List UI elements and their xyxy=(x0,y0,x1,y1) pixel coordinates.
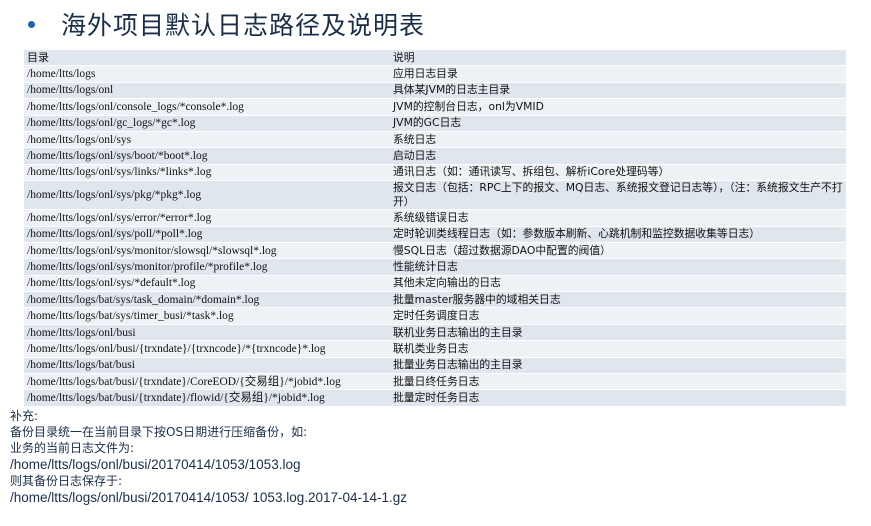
directory-cell: /home/ltts/logs/onl/busi/{trxndate}/{trx… xyxy=(24,340,390,358)
directory-cell: /home/ltts/logs/onl/busi xyxy=(24,324,390,342)
table-row: /home/ltts/logs 应用日志目录 xyxy=(24,65,846,83)
directory-cell: /home/ltts/logs/onl/gc_logs/*gc*.log xyxy=(24,115,390,132)
description-cell: 批量日终任务日志 xyxy=(390,373,846,391)
table-row: /home/ltts/logs/onl/busi/{trxndate}/{trx… xyxy=(24,340,846,358)
description-cell: 定时轮训类线程日志（如：参数版本刷新、心跳机制和监控数据收集等日志） xyxy=(390,226,846,243)
table-header-row: 目录 说明 xyxy=(24,50,846,67)
table-row: /home/ltts/logs/onl/sys/boot/*boot*.log 启… xyxy=(24,147,846,165)
directory-cell: /home/ltts/logs/bat/busi xyxy=(24,357,390,375)
table-row: /home/ltts/logs/onl/gc_logs/*gc*.log JVM的… xyxy=(24,115,846,132)
description-cell: 系统日志 xyxy=(390,131,846,149)
table-row: /home/ltts/logs/onl/sys/monitor/slowsql/… xyxy=(24,242,846,260)
description-cell: 其他未定向输出的日志 xyxy=(390,275,846,293)
backup-log-path: /home/ltts/logs/onl/busi/20170414/1053/ … xyxy=(10,490,408,505)
page-title: 海外项目默认日志路径及说明表 xyxy=(61,12,426,40)
directory-cell: /home/ltts/logs/onl/sys/pkg/*pkg*.log xyxy=(24,180,390,211)
supplement-heading: 补充: xyxy=(10,409,39,423)
directory-cell: /home/ltts/logs/bat/sys/timer_busi/*task… xyxy=(24,307,390,325)
directory-cell: /home/ltts/logs/bat/busi/{trxndate}/flow… xyxy=(24,389,390,407)
directory-cell: /home/ltts/logs/onl xyxy=(24,82,390,100)
description-cell: 批量业务日志输出的主目录 xyxy=(390,357,846,375)
column-header-directory: 目录 xyxy=(24,50,390,67)
directory-cell: /home/ltts/logs/bat/busi/{trxndate}/Core… xyxy=(24,373,390,391)
table-row: /home/ltts/logs/onl 具体某JVM的日志主目录 xyxy=(24,82,846,100)
directory-cell: /home/ltts/logs/onl/console_logs/*consol… xyxy=(24,98,390,116)
table-row: /home/ltts/logs/bat/busi/{trxndate}/flow… xyxy=(24,389,846,407)
directory-cell: /home/ltts/logs/onl/sys/error/*error*.lo… xyxy=(24,209,390,227)
description-cell: 系统级错误日志 xyxy=(390,209,846,227)
directory-cell: /home/ltts/logs/onl/sys/boot/*boot*.log xyxy=(24,147,390,165)
table-row: /home/ltts/logs/bat/sys/timer_busi/*task… xyxy=(24,307,846,325)
directory-cell: /home/ltts/logs/onl/sys/monitor/profile/… xyxy=(24,258,390,276)
description-cell: JVM的GC日志 xyxy=(390,115,846,132)
table-row: /home/ltts/logs/bat/busi/{trxndate}/Core… xyxy=(24,373,846,391)
table-row: /home/ltts/logs/bat/sys/task_domain/*dom… xyxy=(24,291,846,309)
description-cell: 批量master服务器中的域相关日志 xyxy=(390,291,846,309)
table-row: /home/ltts/logs/onl/sys/monitor/profile/… xyxy=(24,258,846,276)
table-row: /home/ltts/logs/bat/busi 批量业务日志输出的主目录 xyxy=(24,357,846,375)
description-cell: 性能统计日志 xyxy=(390,258,846,276)
bullet-icon xyxy=(28,20,35,28)
description-cell: 应用日志目录 xyxy=(390,65,846,83)
directory-cell: /home/ltts/logs/onl/sys/poll/*poll*.log xyxy=(24,226,390,243)
table-row: /home/ltts/logs/onl/sys/*default*.log 其他未… xyxy=(24,275,846,293)
log-path-table: 目录 说明 /home/ltts/logs 应用日志目录/home/ltts/lo… xyxy=(24,50,846,407)
table-row: /home/ltts/logs/onl/sys/poll/*poll*.log 定… xyxy=(24,226,846,243)
title-row: 海外项目默认日志路径及说明表 xyxy=(28,6,425,42)
supplement-line: 业务的当前日志文件为: xyxy=(10,441,135,455)
table-row: /home/ltts/logs/onl/sys/links/*links*.lo… xyxy=(24,164,846,182)
column-header-description: 说明 xyxy=(390,50,846,67)
description-cell: 定时任务调度日志 xyxy=(390,307,846,325)
supplement-line: 备份目录统一在当前目录下按OS日期进行压缩备份，如: xyxy=(10,425,308,439)
description-cell: 报文日志（包括：RPC上下的报文、MQ日志、系统报文登记日志等），（注：系统报文… xyxy=(390,180,846,211)
description-cell: JVM的控制台日志，onl为VMID xyxy=(390,98,846,116)
directory-cell: /home/ltts/logs/bat/sys/task_domain/*dom… xyxy=(24,291,390,309)
directory-cell: /home/ltts/logs/onl/sys xyxy=(24,131,390,149)
supplement-notes: 补充: 备份目录统一在当前目录下按OS日期进行压缩备份，如: 业务的当前日志文件… xyxy=(10,408,407,506)
description-cell: 通讯日志（如：通讯读写、拆组包、解析iCore处理码等） xyxy=(390,164,846,182)
table-row: /home/ltts/logs/onl/sys/pkg/*pkg*.log 报文日… xyxy=(24,180,846,211)
table-row: /home/ltts/logs/onl/sys 系统日志 xyxy=(24,131,846,149)
directory-cell: /home/ltts/logs/onl/sys/*default*.log xyxy=(24,275,390,293)
directory-cell: /home/ltts/logs/onl/sys/monitor/slowsql/… xyxy=(24,242,390,260)
directory-cell: /home/ltts/logs xyxy=(24,65,390,83)
current-log-path: /home/ltts/logs/onl/busi/20170414/1053/1… xyxy=(10,457,301,472)
description-cell: 批量定时任务日志 xyxy=(390,389,846,407)
description-cell: 联机业务日志输出的主目录 xyxy=(390,324,846,342)
table-row: /home/ltts/logs/onl/busi 联机业务日志输出的主目录 xyxy=(24,324,846,342)
directory-cell: /home/ltts/logs/onl/sys/links/*links*.lo… xyxy=(24,164,390,182)
supplement-line: 则其备份日志保存于: xyxy=(10,474,123,488)
description-cell: 具体某JVM的日志主目录 xyxy=(390,82,846,100)
table-row: /home/ltts/logs/onl/console_logs/*consol… xyxy=(24,98,846,116)
table-row: /home/ltts/logs/onl/sys/error/*error*.lo… xyxy=(24,209,846,227)
description-cell: 启动日志 xyxy=(390,147,846,165)
description-cell: 慢SQL日志（超过数据源DAO中配置的阀值） xyxy=(390,242,846,260)
description-cell: 联机类业务日志 xyxy=(390,340,846,358)
